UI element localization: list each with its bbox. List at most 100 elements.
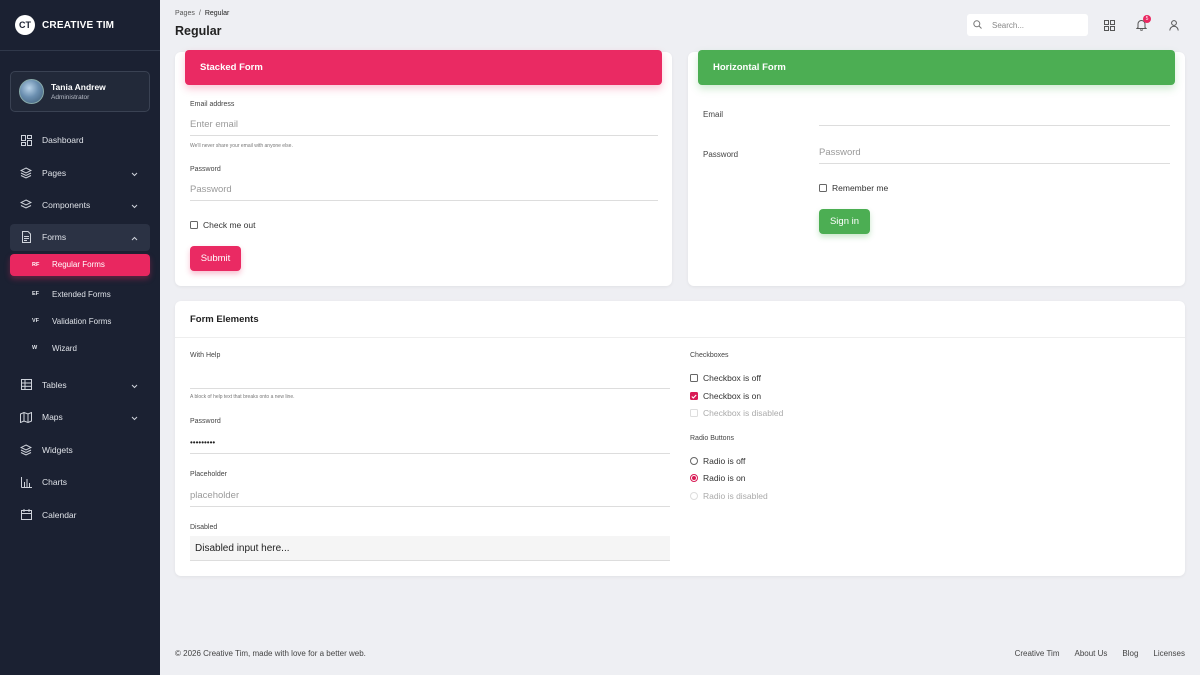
sidebar-item-dashboard[interactable]: Dashboard <box>0 124 160 157</box>
sidebar-subitem-validation-forms[interactable]: VF Validation Forms <box>0 308 160 335</box>
apps-icon[interactable] <box>1102 18 1116 32</box>
checkboxes-label: Checkboxes <box>690 352 729 359</box>
sidebar-item-label: Forms <box>42 232 67 242</box>
checkbox-on-label: Checkbox is on <box>703 391 762 401</box>
sidebar-item-charts[interactable]: Charts <box>0 466 160 499</box>
chevron-down-icon <box>131 413 138 423</box>
submit-button[interactable]: Submit <box>190 246 241 271</box>
stacked-form-header: Stacked Form <box>185 50 662 85</box>
check-icon <box>691 394 697 399</box>
chevron-down-icon <box>131 201 138 211</box>
sidebar-item-forms[interactable]: Forms <box>10 223 150 251</box>
sidebar-item-maps[interactable]: Maps <box>0 401 160 434</box>
brand[interactable]: CT CREATIVE TIM <box>0 0 160 51</box>
email-label: Email <box>703 110 724 119</box>
checkbox[interactable] <box>190 221 198 229</box>
calendar-icon <box>20 509 32 521</box>
sidebar-item-label: Calendar <box>42 509 77 520</box>
search-input[interactable] <box>992 20 1082 30</box>
user-name: Tania Andrew <box>51 82 106 92</box>
sidebar-nav: Dashboard Pages Components Forms RF Regu <box>0 124 160 531</box>
brand-name: CREATIVE TIM <box>42 19 115 31</box>
page-title: Regular <box>175 24 222 38</box>
sub-label: Extended Forms <box>52 289 111 299</box>
email-field[interactable]: Enter email <box>190 114 658 136</box>
horizontal-form-card: Horizontal Form Email Password Password … <box>688 50 1185 286</box>
checkbox-disabled-label: Checkbox is disabled <box>703 408 784 418</box>
map-icon <box>20 411 32 423</box>
breadcrumb-root[interactable]: Pages <box>175 10 195 17</box>
remember-me-row[interactable]: Remember me <box>819 183 888 193</box>
password-label: Password <box>190 418 221 425</box>
layers-icon <box>20 167 32 179</box>
disabled-field: Disabled input here... <box>190 536 670 561</box>
sidebar-item-pages[interactable]: Pages <box>0 157 160 190</box>
email-field[interactable] <box>819 104 1170 126</box>
radio-disabled-label: Radio is disabled <box>703 491 768 501</box>
sidebar-subitem-extended-forms[interactable]: EF Extended Forms <box>0 281 160 308</box>
sidebar-item-label: Charts <box>42 477 68 488</box>
checkbox-off-row[interactable]: Checkbox is off <box>690 373 761 383</box>
footer-link-creative-tim[interactable]: Creative Tim <box>1015 649 1060 658</box>
breadcrumb-current: Regular <box>204 10 230 17</box>
chevron-down-icon <box>131 381 138 391</box>
footer-link-blog[interactable]: Blog <box>1122 649 1138 658</box>
radio-buttons-label: Radio Buttons <box>690 435 734 442</box>
radio-selected[interactable] <box>690 474 698 482</box>
sidebar-item-label: Pages <box>42 167 67 178</box>
remember-me-label: Remember me <box>832 183 889 193</box>
notification-bell-icon[interactable]: 5 <box>1134 15 1151 32</box>
sidebar-item-calendar[interactable]: Calendar <box>0 499 160 532</box>
with-help-label: With Help <box>190 352 221 359</box>
stacked-form-card: Stacked Form Email address Enter email W… <box>175 50 672 286</box>
sub-abbr: VF <box>32 318 40 324</box>
breadcrumb: Pages / Regular <box>175 10 229 17</box>
footer-link-about-us[interactable]: About Us <box>1075 649 1108 658</box>
chevron-up-icon <box>131 233 138 243</box>
avatar <box>19 79 44 104</box>
bar-chart-icon <box>20 476 32 488</box>
placeholder-field[interactable]: placeholder <box>190 485 670 507</box>
user-icon[interactable] <box>1167 18 1181 32</box>
password-field[interactable]: Password <box>190 179 658 201</box>
checkbox-disabled-row: Checkbox is disabled <box>690 408 783 418</box>
radio-off-label: Radio is off <box>703 456 746 466</box>
horizontal-form-header: Horizontal Form <box>698 50 1175 85</box>
checkbox[interactable] <box>690 374 698 382</box>
footer-link-licenses[interactable]: Licenses <box>1153 649 1185 658</box>
user-role: Administrator <box>51 94 90 101</box>
checkbox[interactable] <box>819 184 827 192</box>
checkbox-on-row[interactable]: Checkbox is on <box>690 391 761 401</box>
password-field[interactable]: ••••••••• <box>190 432 670 454</box>
sidebar-subitem-regular-forms[interactable]: RF Regular Forms <box>10 253 150 276</box>
card-divider <box>175 337 1185 338</box>
sidebar-subitem-wizard[interactable]: W Wizard <box>0 335 160 362</box>
checkbox-disabled <box>690 409 698 417</box>
sub-abbr: RF <box>32 261 40 268</box>
components-icon <box>20 199 32 211</box>
user-card[interactable]: Tania Andrew Administrator <box>10 71 150 112</box>
radio-disabled <box>690 492 698 500</box>
sub-label: Wizard <box>52 343 77 353</box>
radio-on-row[interactable]: Radio is on <box>690 473 746 483</box>
sidebar-item-label: Dashboard <box>42 135 84 146</box>
stacked-form-title: Stacked Form <box>200 62 263 73</box>
sidebar-item-tables[interactable]: Tables <box>0 369 160 402</box>
sub-abbr: W <box>32 345 38 351</box>
sidebar-item-widgets[interactable]: Widgets <box>0 434 160 467</box>
sign-in-button[interactable]: Sign in <box>819 209 870 234</box>
radio-off-row[interactable]: Radio is off <box>690 456 745 466</box>
check-me-out-row[interactable]: Check me out <box>190 220 255 230</box>
sidebar-item-label: Maps <box>42 412 63 423</box>
search-box <box>967 14 1088 36</box>
widgets-icon <box>20 444 32 456</box>
password-field[interactable]: Password <box>819 142 1170 164</box>
sub-abbr: EF <box>32 291 40 297</box>
notification-badge: 5 <box>1143 15 1151 23</box>
sidebar-item-components[interactable]: Components <box>0 189 160 222</box>
with-help-field[interactable] <box>190 367 670 389</box>
sidebar-item-label: Components <box>42 200 91 211</box>
checkbox-off-label: Checkbox is off <box>703 373 761 383</box>
checkbox-checked[interactable] <box>690 392 698 400</box>
radio[interactable] <box>690 457 698 465</box>
